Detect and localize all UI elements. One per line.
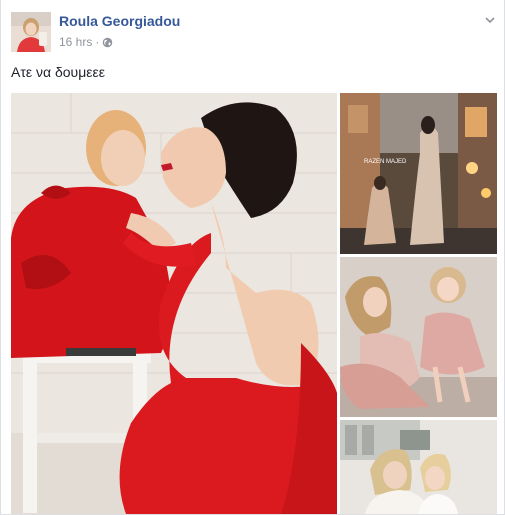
meta-separator: · [95,35,100,49]
photo-main[interactable] [11,93,337,514]
avatar-image [11,12,51,52]
photo-top-right[interactable]: RAZEN MAJED [340,93,497,254]
photo-mother-daughter-white [340,420,497,514]
post-header: Roula Georgiadou 16 hrs · [1,0,505,56]
photo-mother-daughter-kiss [11,93,337,514]
photo-middle-right[interactable] [340,257,497,417]
post-timestamp[interactable]: 16 hrs [59,35,92,49]
photo-watermark: RAZEN MAJED [364,159,407,165]
photo-bottom-right[interactable] [340,420,497,514]
photo-gowns-street: RAZEN MAJED [340,93,497,254]
post-caption: Ατε να δουμεεε [11,64,106,80]
post-meta: 16 hrs · [59,35,113,49]
author-name-link[interactable]: Roula Georgiadou [59,13,180,29]
feed-post: Roula Georgiadou 16 hrs · Ατε να δουμεεε [0,0,505,515]
chevron-down-icon[interactable] [482,12,498,28]
author-avatar[interactable] [11,12,51,52]
photo-tulle-dresses [340,257,497,417]
globe-icon[interactable] [102,37,113,48]
